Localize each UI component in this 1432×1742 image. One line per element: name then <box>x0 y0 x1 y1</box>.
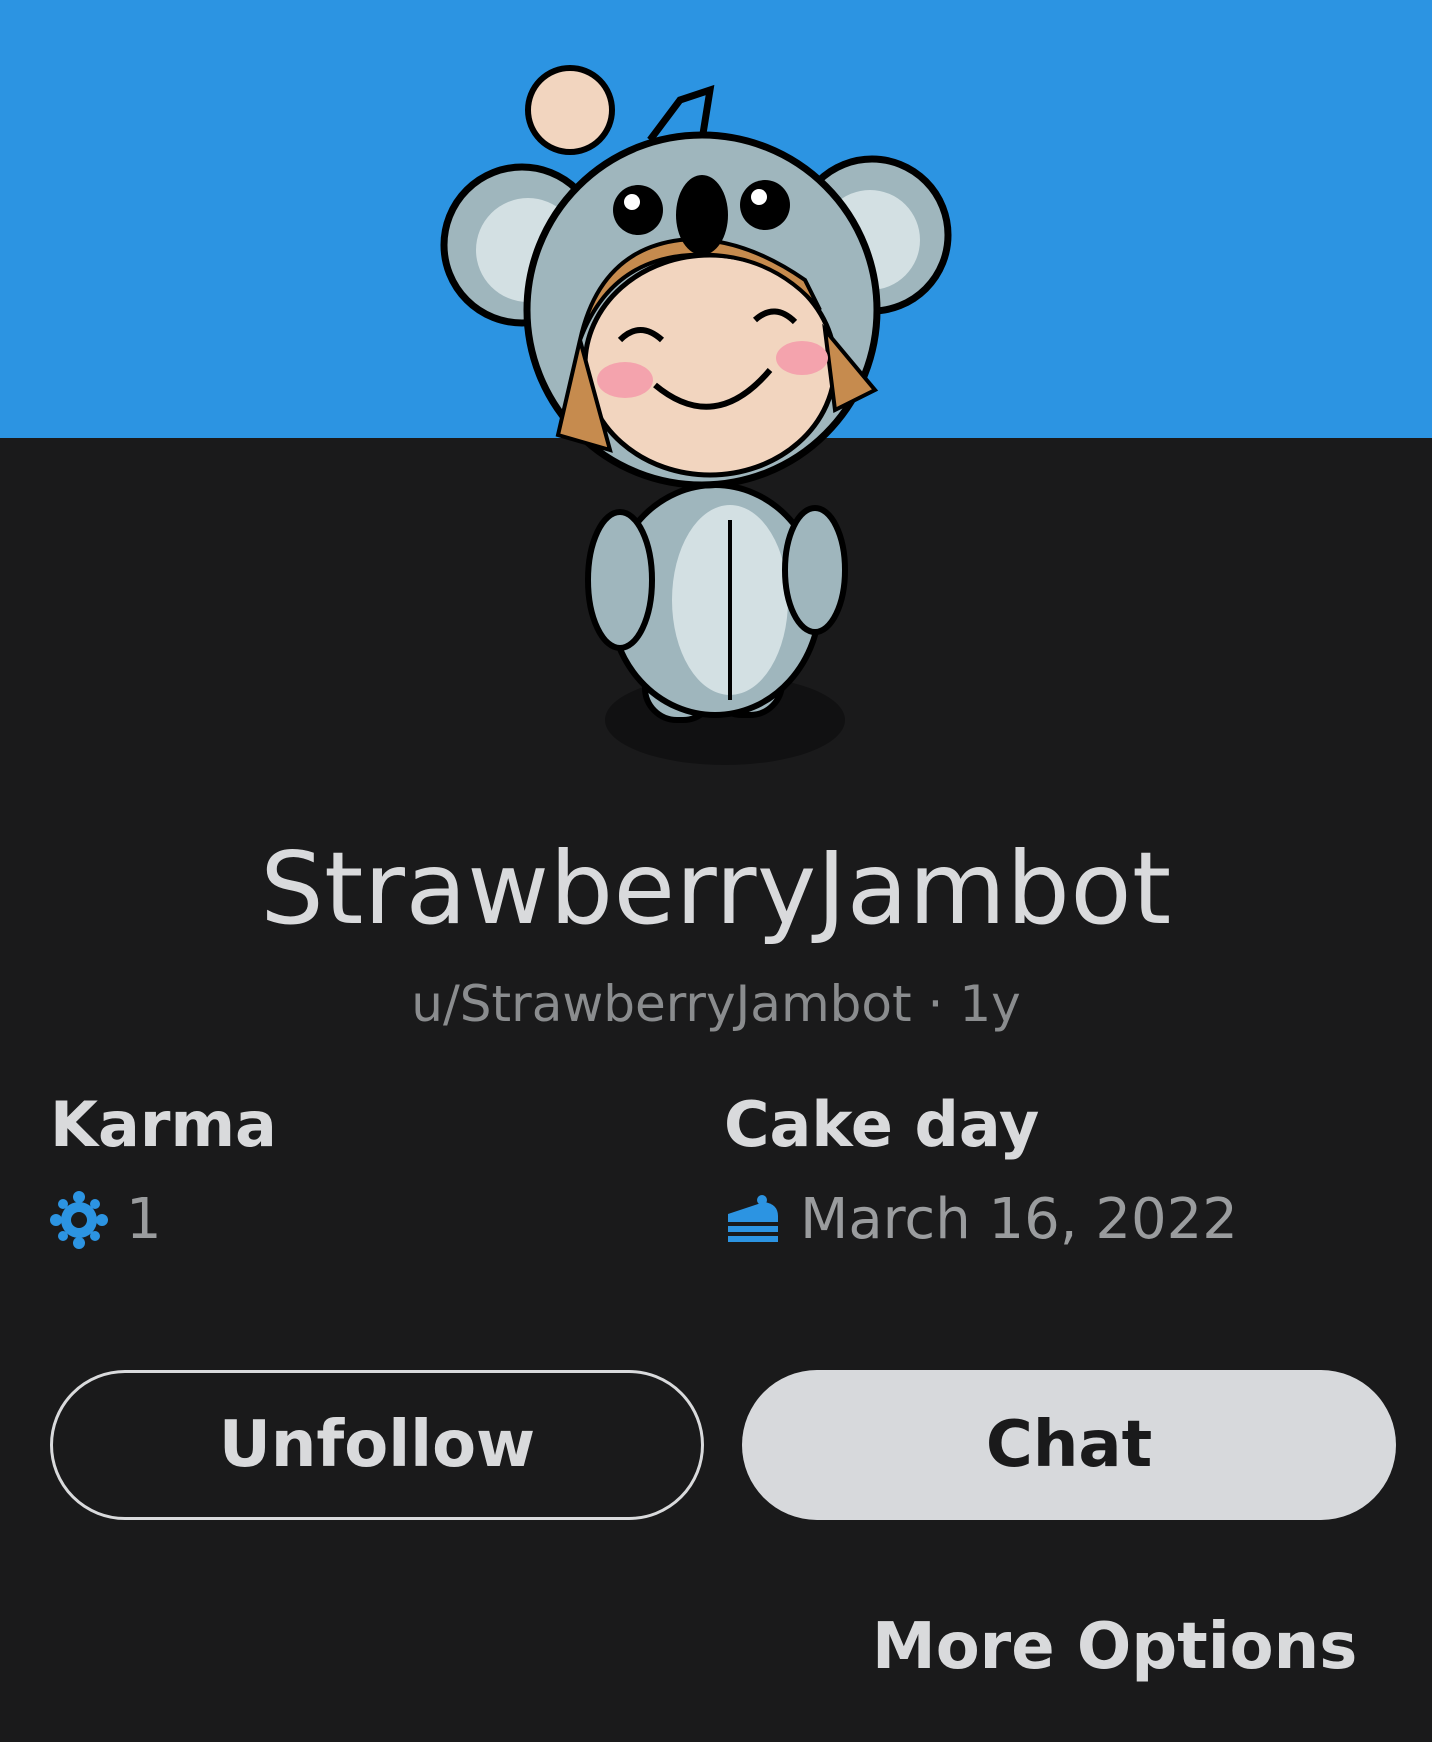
account-age: 1y <box>959 975 1021 1033</box>
chat-button[interactable]: Chat <box>742 1370 1396 1520</box>
cakeday-value-row: March 16, 2022 <box>724 1187 1238 1252</box>
more-options-link[interactable]: More Options <box>872 1610 1357 1684</box>
unfollow-button[interactable]: Unfollow <box>50 1370 704 1520</box>
cakeday-label: Cake day <box>724 1088 1040 1161</box>
handle-separator: · <box>927 975 944 1033</box>
karma-value-row: 1 <box>50 1187 277 1252</box>
koala-snoo-avatar <box>440 40 980 800</box>
cakeday-value: March 16, 2022 <box>800 1187 1238 1252</box>
karma-value: 1 <box>126 1187 162 1252</box>
profile-username: u/StrawberryJambot <box>411 975 912 1033</box>
profile-handle-line: u/StrawberryJambot · 1y <box>0 975 1432 1033</box>
profile-display-name: StrawberryJambot <box>260 830 1172 947</box>
cakeday-stat: Cake day March 16, 2022 <box>724 1088 1238 1252</box>
karma-icon <box>50 1190 108 1249</box>
cake-icon <box>728 1194 778 1242</box>
karma-stat: Karma 1 <box>50 1088 277 1252</box>
karma-label: Karma <box>50 1088 277 1161</box>
